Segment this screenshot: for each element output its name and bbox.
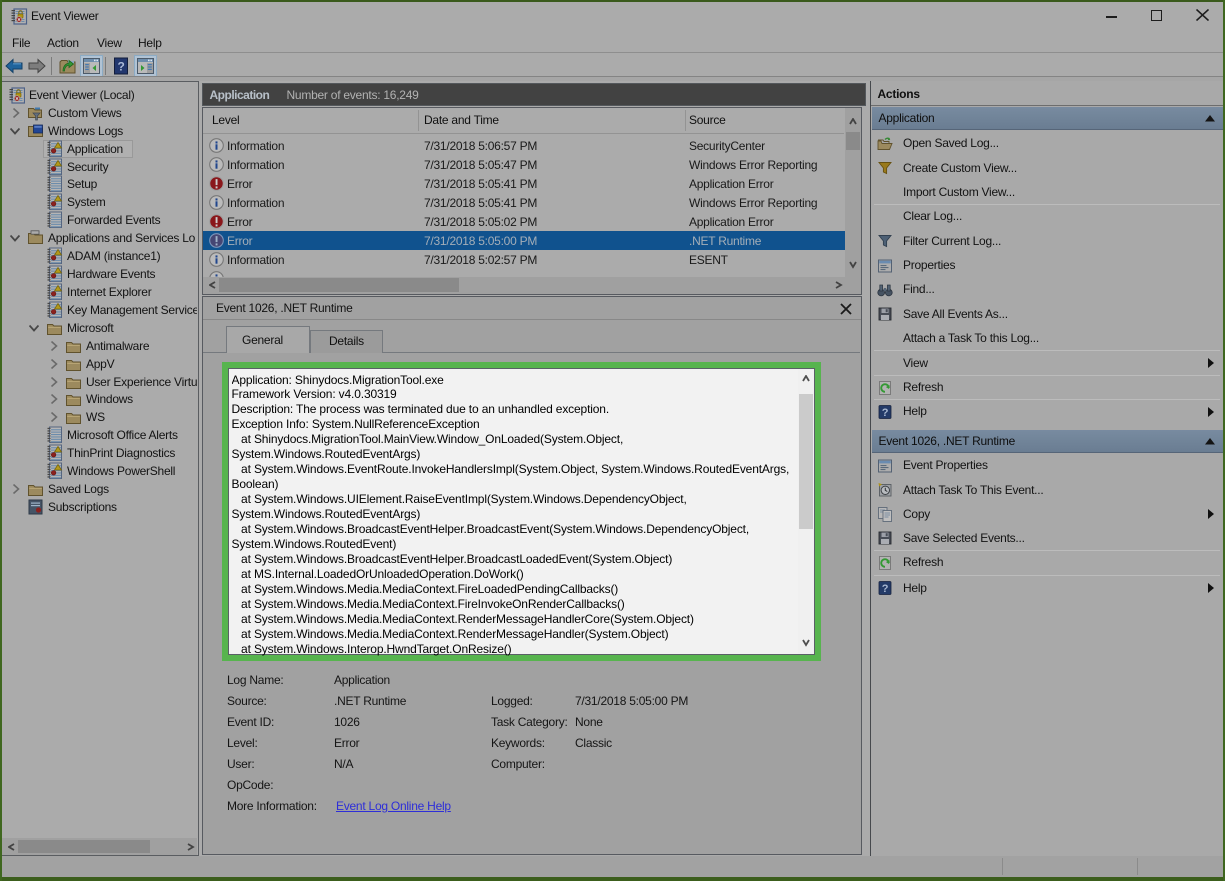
svg-text:?: ? bbox=[882, 583, 889, 595]
svg-text:?: ? bbox=[117, 60, 124, 74]
svg-text:?: ? bbox=[882, 407, 889, 419]
